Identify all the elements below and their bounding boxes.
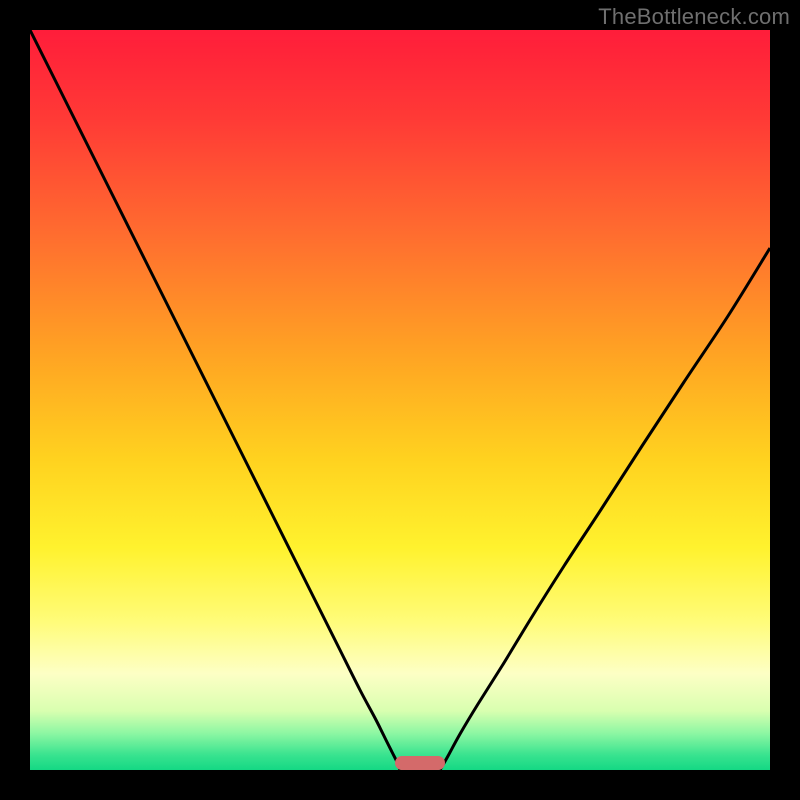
chart-frame: TheBottleneck.com	[0, 0, 800, 800]
base-marker	[395, 756, 445, 770]
plot-area	[30, 30, 770, 770]
watermark-text: TheBottleneck.com	[598, 4, 790, 30]
curve-left	[30, 30, 400, 770]
curve-right	[440, 248, 770, 770]
chart-canvas	[30, 30, 770, 770]
